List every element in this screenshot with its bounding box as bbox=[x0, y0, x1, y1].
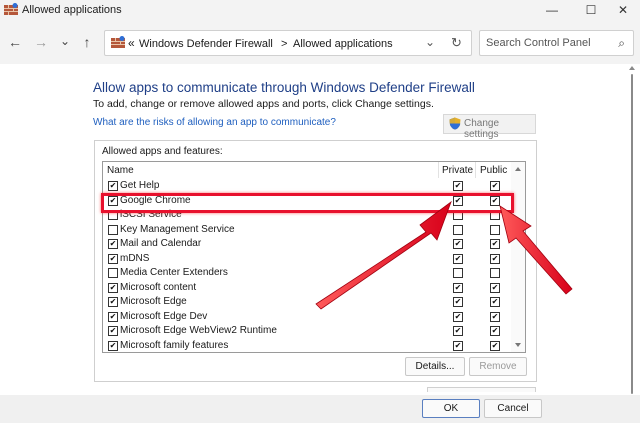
details-button[interactable]: Details... bbox=[405, 357, 465, 376]
remove-button[interactable]: Remove bbox=[469, 357, 527, 376]
partial-button[interactable] bbox=[427, 387, 536, 392]
annotation-arrows bbox=[315, 200, 573, 310]
ok-button[interactable]: OK bbox=[422, 399, 480, 418]
dialog-footer bbox=[0, 395, 640, 423]
arrow-to-public bbox=[499, 205, 573, 295]
cancel-button[interactable]: Cancel bbox=[484, 399, 542, 418]
arrow-to-private bbox=[315, 200, 452, 310]
